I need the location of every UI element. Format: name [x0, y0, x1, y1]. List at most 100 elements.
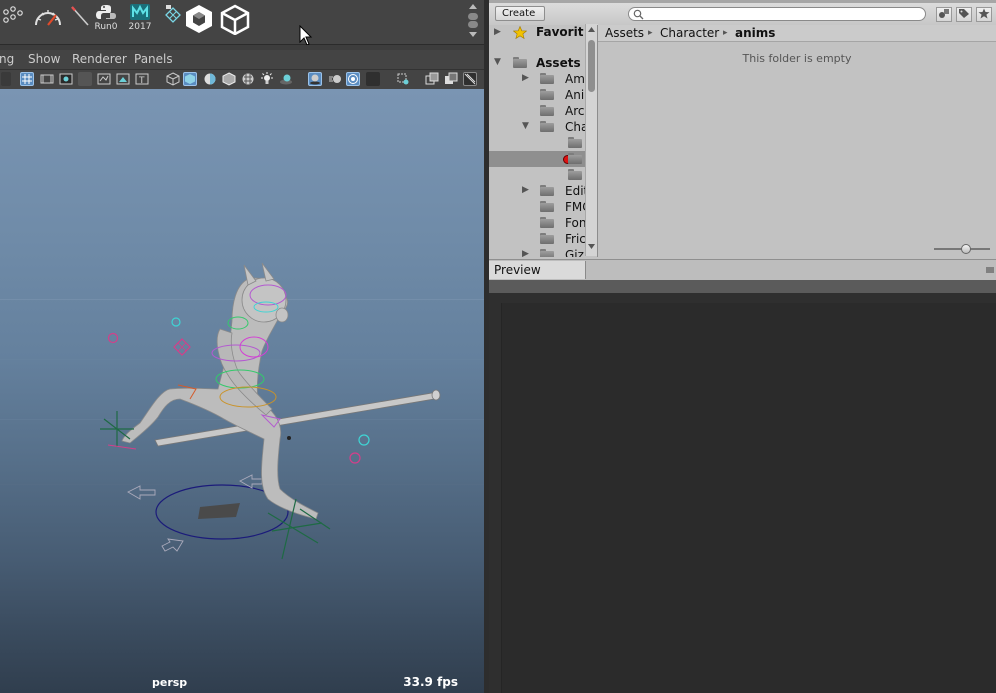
isolate-select-icon[interactable]	[396, 72, 410, 86]
wireframe-icon[interactable]	[166, 72, 180, 86]
icon-size-slider-knob[interactable]	[961, 244, 971, 254]
safe-action-icon[interactable]	[116, 72, 130, 86]
filter-type-icon[interactable]	[936, 7, 952, 22]
character-rig-scene[interactable]	[0, 89, 484, 693]
screen-space-ao-icon[interactable]	[308, 72, 322, 86]
preview-tab[interactable]: Preview	[489, 261, 586, 279]
menu-show[interactable]: Show	[28, 52, 60, 66]
tree-assets[interactable]: ▼ Assets	[489, 55, 598, 71]
panel-menu-bar: ng Show Renderer Panels	[0, 51, 484, 68]
tree-item[interactable]: ▶ Giz	[489, 247, 598, 257]
breadcrumb: Assets ▸ Character ▸ anims	[598, 25, 996, 42]
empty-folder-message: This folder is empty	[742, 52, 852, 65]
folder-icon	[540, 201, 554, 212]
shadows-icon[interactable]	[279, 72, 293, 86]
breadcrumb-assets[interactable]: Assets	[605, 26, 644, 40]
dots-icon[interactable]	[0, 3, 30, 39]
scroll-down-arrow-icon[interactable]	[587, 243, 596, 250]
breadcrumb-character[interactable]: Character	[660, 26, 719, 40]
xray-icon[interactable]	[425, 72, 439, 86]
gate-mask-icon[interactable]	[78, 72, 92, 86]
resolution-gate-icon[interactable]	[59, 72, 73, 86]
folder-tree: ▶ Favorit ▼ Assets ▶ Am Ani Arc ▼ Cha ▶ …	[489, 25, 598, 257]
folder-icon	[568, 169, 582, 180]
folder-icon	[540, 121, 554, 132]
preview-area	[489, 293, 996, 693]
search-icon	[633, 9, 644, 20]
anti-aliasing-icon[interactable]	[346, 72, 360, 86]
textured-icon[interactable]	[241, 72, 255, 86]
tree-item-label: Giz	[565, 248, 584, 257]
breadcrumb-separator-icon: ▸	[648, 28, 653, 38]
run0-label: Run0	[94, 22, 118, 32]
tree-item-label: Ani	[565, 88, 585, 102]
expand-arrow-icon[interactable]: ▶	[522, 185, 529, 195]
panel-menu-icon[interactable]	[986, 267, 994, 273]
perspective-viewport[interactable]: persp 33.9 fps	[0, 89, 484, 693]
tree-item[interactable]: Arc	[489, 103, 598, 119]
tree-scroll-thumb[interactable]	[588, 40, 595, 92]
collapse-arrow-icon[interactable]: ▼	[522, 121, 529, 131]
tree-item-label: Arc	[565, 104, 585, 118]
field-chart-icon[interactable]	[97, 72, 111, 86]
film-gate-icon[interactable]	[40, 72, 54, 86]
preview-strip	[489, 280, 996, 293]
shelf-scroll-arrows[interactable]	[466, 2, 480, 40]
tree-item-label: Fric	[565, 232, 586, 246]
breadcrumb-anims[interactable]: anims	[735, 26, 775, 40]
grid-toggle-icon[interactable]	[20, 72, 34, 86]
favorites-label: Favorit	[536, 25, 584, 39]
svg-text:T: T	[138, 76, 145, 86]
tree-subitem-selected[interactable]	[489, 151, 598, 167]
gauge-icon[interactable]	[33, 3, 63, 39]
menu-lighting[interactable]: ng	[0, 52, 14, 66]
tree-subitem[interactable]	[489, 167, 598, 183]
tree-item[interactable]: FMC	[489, 199, 598, 215]
xray-joints-icon[interactable]	[444, 72, 458, 86]
tree-item[interactable]: Fric	[489, 231, 598, 247]
scroll-up-arrow-icon[interactable]	[587, 26, 596, 33]
maya-2017-button[interactable]: 2017	[125, 3, 155, 39]
assets-label: Assets	[536, 56, 581, 70]
tree-item[interactable]: Ani	[489, 87, 598, 103]
tree-favorites[interactable]: ▶ Favorit	[489, 25, 598, 41]
star-favorite-icon[interactable]	[976, 7, 992, 22]
mouse-cursor-icon	[299, 25, 313, 46]
expand-arrow-icon[interactable]: ▶	[522, 249, 529, 257]
menu-renderer[interactable]: Renderer	[72, 52, 127, 66]
tree-item[interactable]: Fon	[489, 215, 598, 231]
tree-item[interactable]: ▶ Edit	[489, 183, 598, 199]
python-run-button[interactable]: Run0	[91, 3, 121, 39]
cube-logo-icon[interactable]	[184, 3, 214, 39]
folder-icon	[540, 217, 554, 228]
expand-arrow-icon[interactable]: ▶	[494, 27, 501, 37]
motion-blur-icon[interactable]	[328, 72, 342, 86]
maya-2017-icon	[130, 4, 150, 20]
preview-header: Preview	[489, 259, 996, 281]
smooth-shade-icon[interactable]	[183, 72, 197, 86]
depth-of-field-icon[interactable]	[366, 72, 380, 86]
tree-item[interactable]: ▼ Cha	[489, 119, 598, 135]
default-lighting-icon[interactable]	[203, 72, 217, 86]
maya-shelf: Run0 2017	[0, 0, 487, 46]
tree-item-label: Fon	[565, 216, 587, 230]
collapse-arrow-icon[interactable]: ▼	[494, 57, 501, 67]
maya-window: Run0 2017 ng Show Renderer Panels T pers…	[0, 0, 487, 693]
tree-item[interactable]: ▶ Am	[489, 71, 598, 87]
wireframe-on-shaded-icon[interactable]	[222, 72, 236, 86]
folder-icon	[513, 57, 527, 68]
search-input[interactable]	[628, 7, 926, 21]
folder-icon	[540, 185, 554, 196]
menu-panels[interactable]: Panels	[134, 52, 173, 66]
xray-components-icon[interactable]	[463, 72, 477, 86]
unity-logo-icon[interactable]	[220, 3, 250, 39]
folder-icon	[540, 73, 554, 84]
content-bottom-bar	[598, 240, 996, 257]
expand-arrow-icon[interactable]: ▶	[522, 73, 529, 83]
safe-title-icon[interactable]: T	[135, 72, 149, 86]
tree-subitem[interactable]	[489, 135, 598, 151]
preview-tab-label: Preview	[494, 263, 541, 277]
label-tag-icon[interactable]	[956, 7, 972, 22]
use-all-lights-icon[interactable]	[260, 72, 274, 86]
create-button[interactable]: Create ▾	[495, 6, 545, 32]
